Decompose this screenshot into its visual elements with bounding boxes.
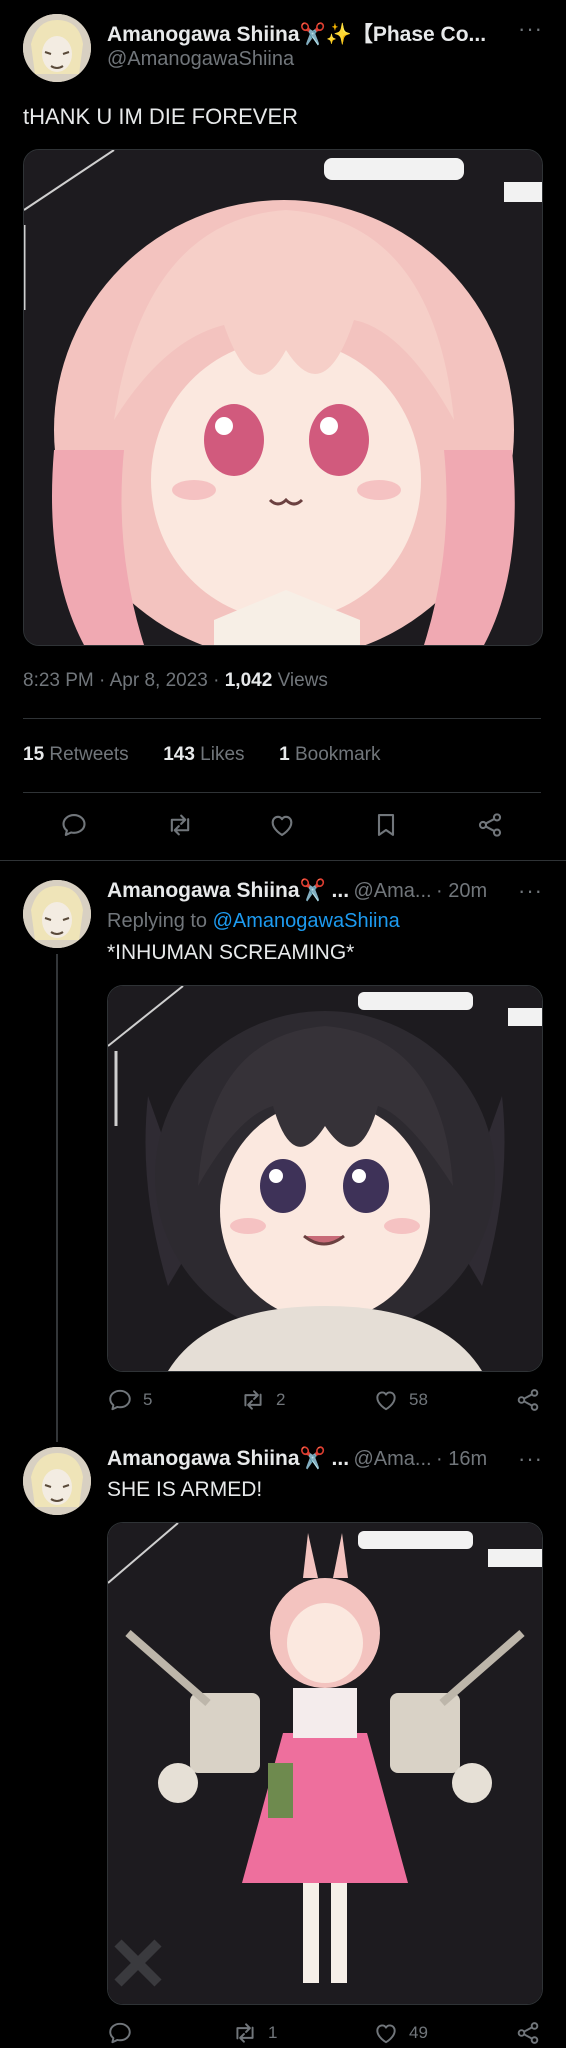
like-button[interactable] xyxy=(268,811,296,839)
tweet-image[interactable] xyxy=(23,149,543,646)
like-icon xyxy=(373,2020,399,2046)
tweet-time[interactable]: 8:23 PM · Apr 8, 2023 · xyxy=(23,670,219,691)
user-handle[interactable]: @Ama... xyxy=(353,1448,431,1470)
like-count: 58 xyxy=(409,1390,428,1409)
retweets-label: Retweets xyxy=(49,744,129,765)
share-icon xyxy=(515,1387,541,1413)
retweet-icon xyxy=(232,2020,258,2046)
reply-icon xyxy=(107,2020,133,2046)
reply-button[interactable] xyxy=(107,2020,143,2046)
reply-icon xyxy=(60,811,88,839)
replying-to: Replying to @AmanogawaShiina xyxy=(107,910,400,933)
bookmark-icon xyxy=(372,811,400,839)
display-name[interactable]: Amanogawa Shiina✂️ ... xyxy=(107,1447,349,1470)
retweet-button[interactable]: 2 xyxy=(240,1387,285,1413)
avatar[interactable] xyxy=(23,14,91,82)
tweet-timestamp[interactable]: 8:23 PM · Apr 8, 2023 · 1,042 Views xyxy=(23,670,328,692)
reply-image[interactable] xyxy=(107,985,543,1372)
divider xyxy=(23,792,541,793)
share-icon xyxy=(515,2020,541,2046)
more-icon[interactable]: ··· xyxy=(518,16,543,42)
share-button[interactable] xyxy=(476,811,504,839)
bookmarks-label: Bookmark xyxy=(294,744,381,765)
reply-age[interactable]: · 16m xyxy=(436,1448,487,1470)
reply-count: 5 xyxy=(143,1390,153,1409)
views-count: 1,042 xyxy=(224,670,273,691)
likes-stat[interactable]: 143 Likes xyxy=(163,744,244,765)
bookmarks-stat[interactable]: 1 Bookmark xyxy=(279,744,380,765)
more-icon[interactable]: ··· xyxy=(518,1446,543,1472)
retweets-stat[interactable]: 15 Retweets xyxy=(23,744,129,765)
like-button[interactable]: 49 xyxy=(373,2020,428,2046)
retweet-count: 1 xyxy=(268,2023,278,2042)
user-handle[interactable]: @AmanogawaShiina xyxy=(107,48,294,71)
more-icon[interactable]: ··· xyxy=(518,878,543,904)
retweet-button[interactable] xyxy=(166,811,194,839)
share-icon xyxy=(476,811,504,839)
reply-header: Amanogawa Shiina✂️ ... @Ama... · 20m xyxy=(107,879,487,903)
avatar[interactable] xyxy=(23,880,91,948)
bookmark-button[interactable] xyxy=(372,811,400,839)
reply-text: *INHUMAN SCREAMING* xyxy=(107,941,355,964)
share-button[interactable] xyxy=(515,1387,541,1413)
reply-text: SHE IS ARMED! xyxy=(107,1478,263,1501)
like-icon xyxy=(268,811,296,839)
like-icon xyxy=(373,1387,399,1413)
bookmarks-count: 1 xyxy=(279,744,290,765)
reply-image[interactable] xyxy=(107,1522,543,2005)
tweet-text: tHANK U IM DIE FOREVER xyxy=(23,104,299,129)
divider xyxy=(23,718,541,719)
reply-age[interactable]: · 20m xyxy=(436,880,487,902)
retweet-count: 2 xyxy=(276,1390,286,1409)
share-button[interactable] xyxy=(515,2020,541,2046)
like-count: 49 xyxy=(409,2023,428,2042)
likes-count: 143 xyxy=(163,744,195,765)
like-button[interactable]: 58 xyxy=(373,1387,428,1413)
thread-line xyxy=(56,954,58,1442)
tweet-stats: 15 Retweets 143 Likes 1 Bookmark xyxy=(23,744,380,766)
reply-button[interactable]: 5 xyxy=(107,1387,152,1413)
reply-header: Amanogawa Shiina✂️ ... @Ama... · 16m xyxy=(107,1447,487,1471)
replying-handle-link[interactable]: @AmanogawaShiina xyxy=(213,910,400,932)
display-name[interactable]: Amanogawa Shiina✂️✨【Phase Co... xyxy=(107,18,486,48)
retweet-icon xyxy=(240,1387,266,1413)
display-name[interactable]: Amanogawa Shiina✂️ ... xyxy=(107,879,349,902)
divider xyxy=(0,860,566,861)
reply-button[interactable] xyxy=(60,811,88,839)
reply-icon xyxy=(107,1387,133,1413)
replying-prefix: Replying to xyxy=(107,910,208,932)
likes-label: Likes xyxy=(200,744,245,765)
retweet-icon xyxy=(166,811,194,839)
retweet-button[interactable]: 1 xyxy=(232,2020,277,2046)
avatar[interactable] xyxy=(23,1447,91,1515)
retweets-count: 15 xyxy=(23,744,45,765)
views-label: Views xyxy=(277,670,328,691)
user-handle[interactable]: @Ama... xyxy=(353,880,431,902)
